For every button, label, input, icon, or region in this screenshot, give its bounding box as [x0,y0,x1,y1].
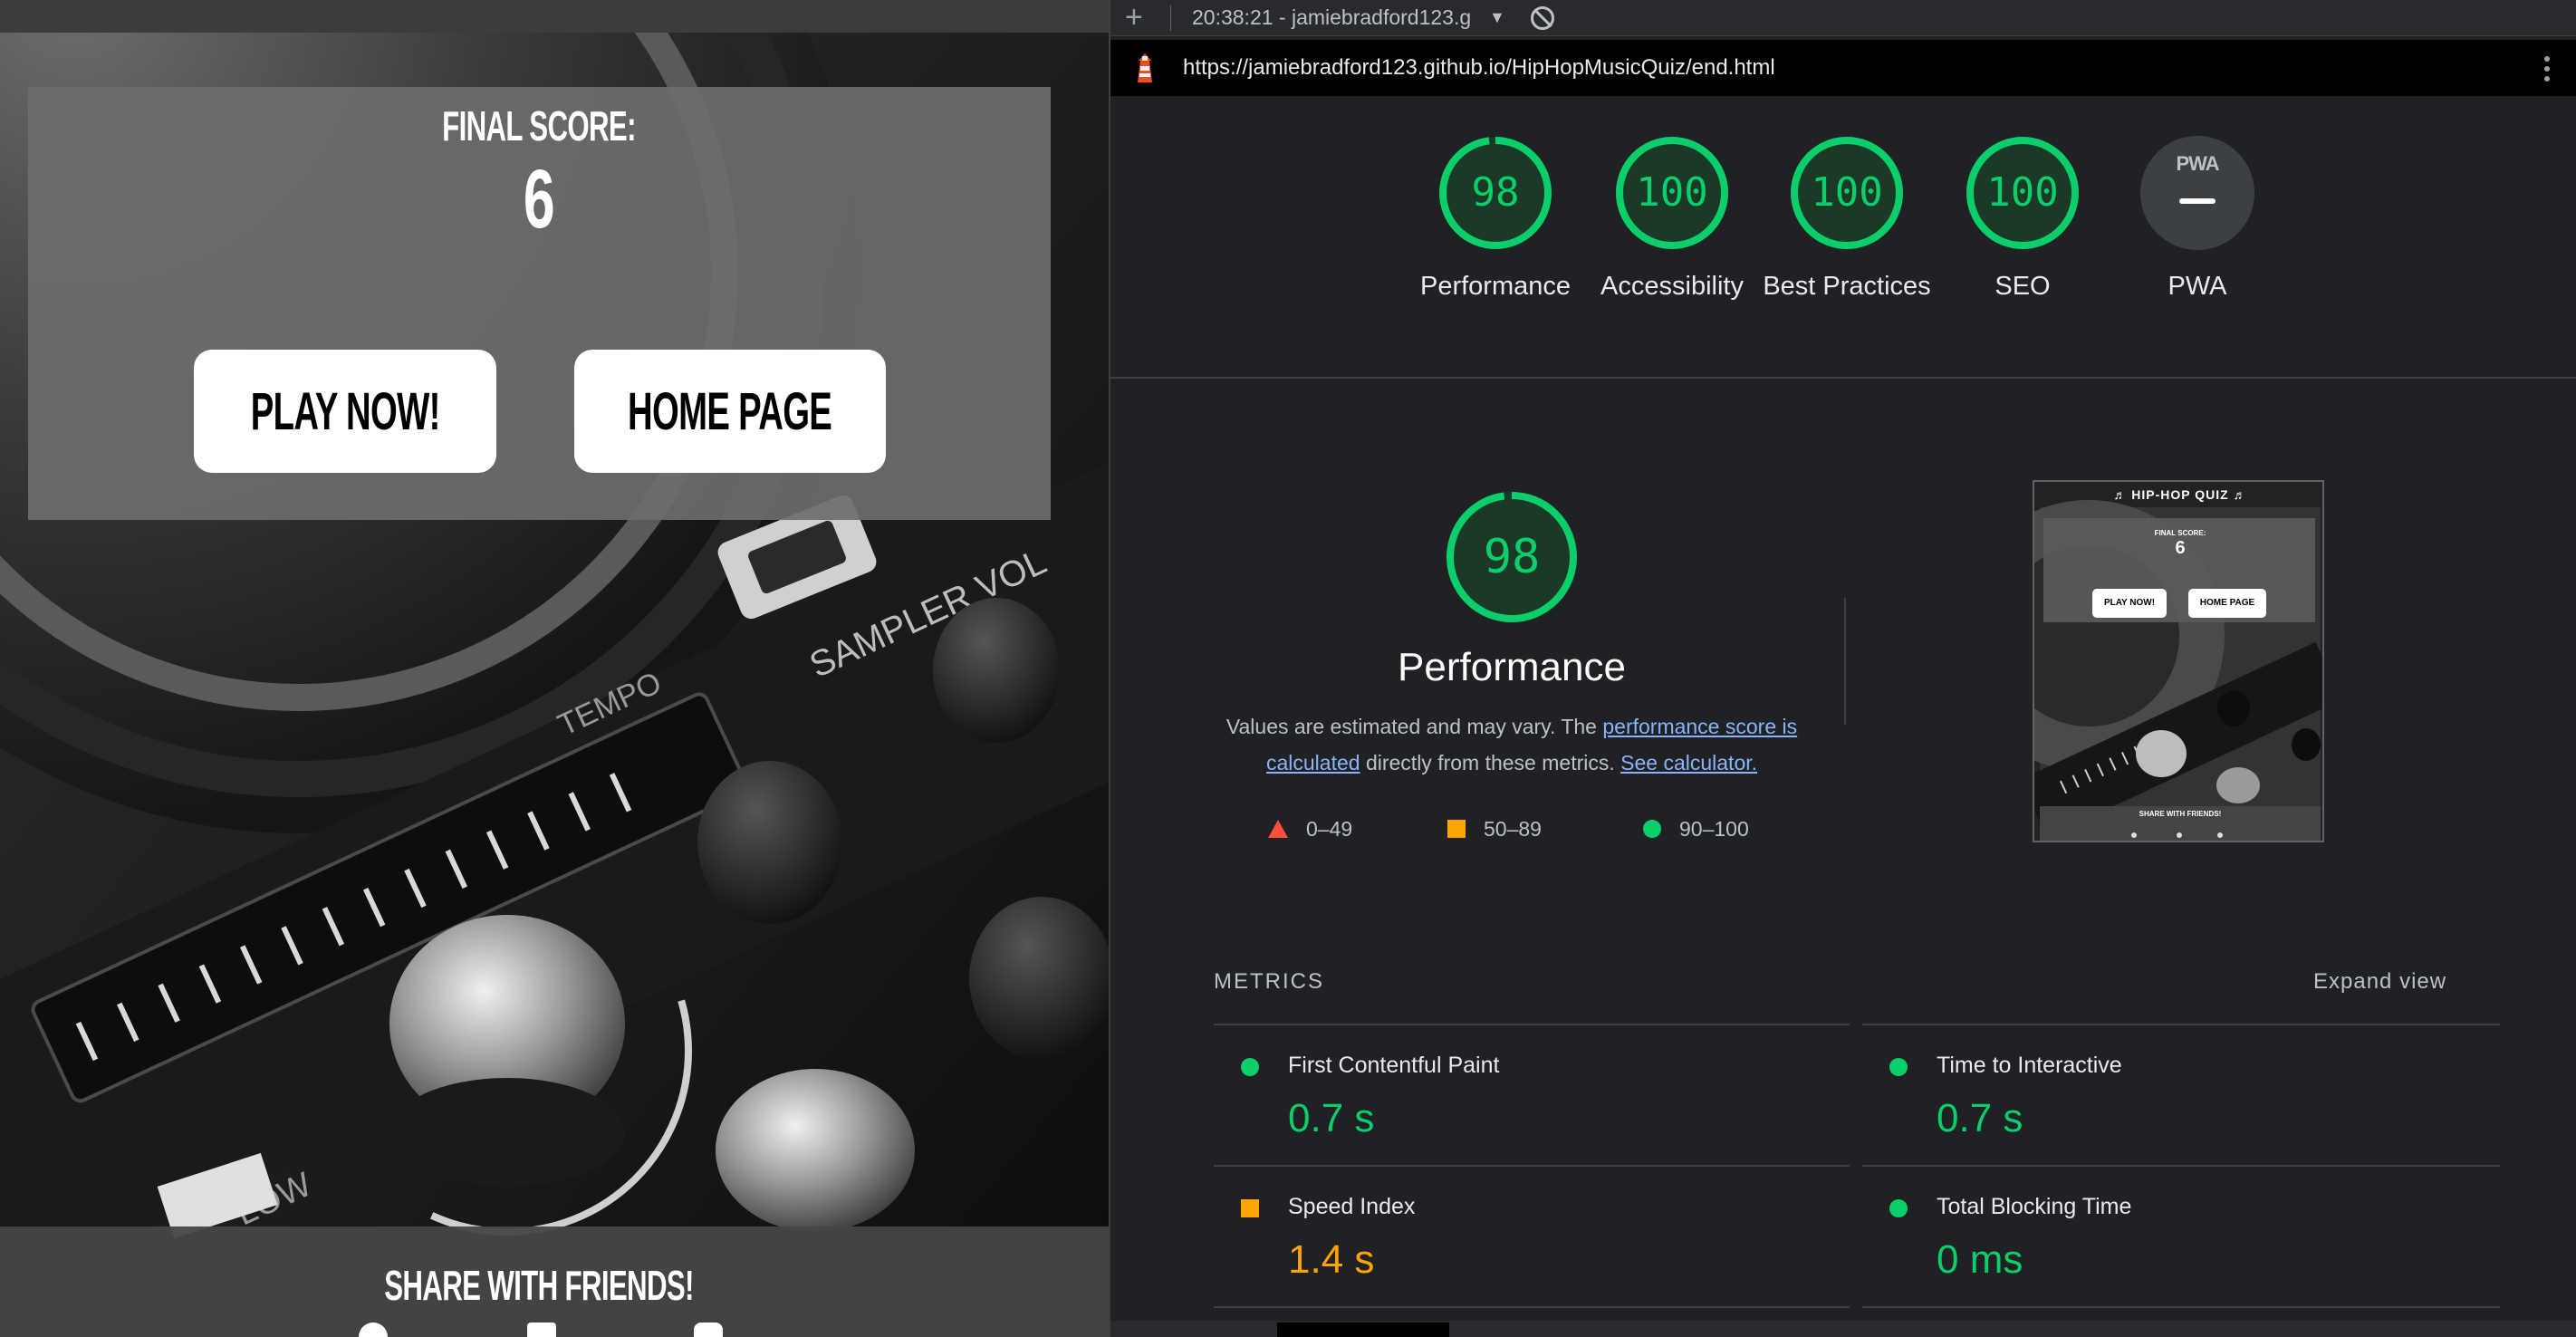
final-score-label: FINAL SCORE: [442,102,636,149]
pass-indicator-icon [1889,1058,1908,1076]
pass-indicator-icon [1241,1058,1259,1076]
lighthouse-toolbar: + 20:38:21 - jamiebradford123.g ▼ [1110,0,2576,36]
new-report-icon[interactable]: + [1125,0,1143,36]
thumbnail-score-label: FINAL SCORE: [2154,529,2206,537]
toolbar-separator [1170,5,1171,31]
metric-title: First Contentful Paint [1288,1053,1500,1078]
performance-description: Values are estimated and may vary. The p… [1208,708,1815,781]
more-options-icon[interactable] [2533,54,2560,83]
thumbnail-title: ♬ HIP-HOP QUIZ ♬ [2113,487,2247,502]
legend-fail: 0–49 [1268,815,1352,842]
circle-icon [1643,820,1661,838]
metric-value: 0 ms [1937,1237,2023,1282]
legend-average: 50–89 [1447,815,1542,842]
expand-view-toggle[interactable]: Expand view [2313,969,2446,995]
metrics-heading: METRICS [1214,969,1324,994]
gauge-pwa[interactable]: PWA PWA [2139,134,2256,301]
metric-value: 0.7 s [1937,1096,2023,1140]
chevron-down-icon[interactable]: ▼ [1489,0,1505,36]
gauge-score: 98 [1471,169,1520,216]
vertical-divider [1844,598,1846,725]
legend-range: 50–89 [1484,816,1542,841]
quiz-end-page: TEMPO SAMPLER VOL LOW FINAL SCORE: 6 PLA… [0,0,1109,1337]
section-divider [1110,377,2576,379]
legend-range: 0–49 [1306,816,1353,841]
gauge-performance[interactable]: 98 Performance [1420,134,1571,301]
clear-all-icon[interactable] [1531,6,1554,30]
metric-title: Total Blocking Time [1937,1194,2132,1219]
performance-title: Performance [1398,645,1626,689]
legend-pass: 90–100 [1643,815,1749,842]
report-url-bar: https://jamiebradford123.github.io/HipHo… [1110,40,2576,96]
performance-score-large: 98 [1483,530,1541,584]
home-page-button[interactable]: HOME PAGE [574,350,886,473]
metric-title: Time to Interactive [1937,1053,2122,1078]
instagram-icon[interactable] [694,1323,723,1337]
gauge-score: 100 [1986,169,2059,216]
average-indicator-icon [1241,1199,1259,1217]
description-text: Values are estimated and may vary. The [1226,715,1603,738]
linkedin-icon[interactable] [527,1323,556,1337]
metric-total-blocking-time: Total Blocking Time 0 ms [1862,1167,2496,1303]
gauge-accessibility[interactable]: 100 Accessibility [1600,134,1744,301]
score-card [28,87,1051,520]
description-text: directly from these metrics. [1360,751,1621,774]
triangle-icon [1268,820,1288,838]
play-now-label: PLAY NOW! [250,381,441,441]
report-selector[interactable]: 20:38:21 - jamiebradford123.g [1192,0,1471,36]
report-url[interactable]: https://jamiebradford123.github.io/HipHo… [1183,40,1775,96]
metric-first-contentful-paint: First Contentful Paint 0.7 s [1214,1025,1848,1161]
scrollbar-thumb[interactable] [1277,1323,1449,1337]
devtools-lighthouse-panel: + 20:38:21 - jamiebradford123.g ▼ https:… [1110,0,2576,1337]
thumbnail-share-title: SHARE WITH FRIENDS! [2139,810,2222,818]
final-score-value: 6 [523,153,555,245]
metric-value: 1.4 s [1288,1237,1375,1282]
pwa-badge-text: PWA [2176,152,2219,175]
gauge-score: 100 [1636,169,1708,216]
gauge-best-practices[interactable]: 100 Best Practices [1763,134,1931,301]
gauge-seo[interactable]: 100 SEO [1964,134,2081,301]
play-now-button[interactable]: PLAY NOW! [194,350,496,473]
metric-speed-index: Speed Index 1.4 s [1214,1167,1848,1303]
thumbnail-score-value: 6 [2175,538,2186,558]
thumbnail-home-button: HOME PAGE [2199,598,2255,608]
gauge-score: 100 [1811,169,1883,216]
see-calculator-link[interactable]: See calculator. [1620,751,1757,774]
gauge-label: PWA [2167,272,2227,301]
metric-value: 0.7 s [1288,1096,1375,1140]
home-page-label: HOME PAGE [628,381,832,441]
thumbnail-play-button: PLAY NOW! [2103,598,2156,608]
legend-range: 90–100 [1679,816,1749,841]
metric-divider [1862,1306,2500,1308]
metric-divider [1214,1306,1850,1308]
metric-time-to-interactive: Time to Interactive 0.7 s [1862,1025,2496,1161]
pass-indicator-icon [1889,1199,1908,1217]
quiz-header-strip [0,0,1109,33]
square-icon [1447,820,1466,838]
share-title: SHARE WITH FRIENDS! [384,1262,694,1309]
metric-title: Speed Index [1288,1194,1416,1219]
lighthouse-logo-icon [1138,53,1152,82]
final-screenshot-thumbnail[interactable]: ♬ HIP-HOP QUIZ ♬ FINAL SCORE: 6 PLAY NOW… [2033,480,2324,842]
